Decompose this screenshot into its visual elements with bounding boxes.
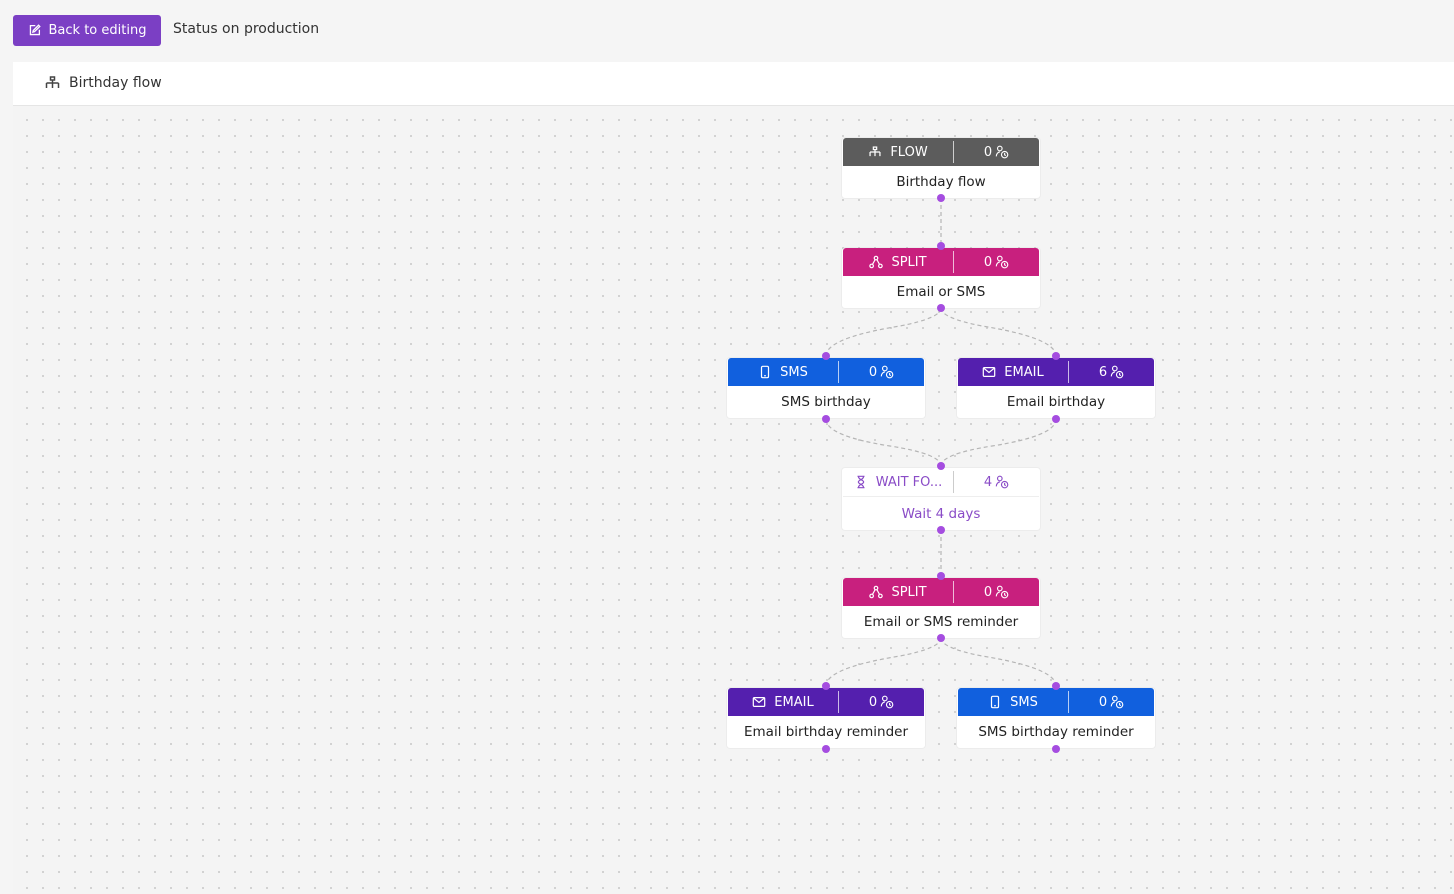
input-port[interactable] [1052, 352, 1060, 360]
user-clock-icon [995, 585, 1009, 599]
user-clock-icon [880, 695, 894, 709]
hourglass-icon [857, 475, 865, 489]
node-header: WAIT FO... 4 [843, 468, 1039, 497]
node-email[interactable]: EMAIL 6 Email birthday [957, 358, 1155, 418]
top-toolbar: Back to editing Status on production [0, 0, 1454, 60]
node-type: EMAIL [1004, 364, 1044, 380]
output-port[interactable] [822, 415, 830, 423]
phone-icon [991, 695, 1000, 709]
node-header: EMAIL 6 [958, 358, 1154, 386]
node-count: 0 [983, 144, 993, 160]
output-port[interactable] [1052, 745, 1060, 753]
flow-icon [45, 76, 60, 88]
node-email-reminder[interactable]: EMAIL 0 Email birthday reminder [727, 688, 925, 748]
output-port[interactable] [1052, 415, 1060, 423]
input-port[interactable] [937, 572, 945, 580]
node-count: 4 [983, 474, 993, 490]
node-split[interactable]: SPLIT 0 Email or SMS [842, 248, 1040, 308]
node-sms-reminder[interactable]: SMS 0 SMS birthday reminder [957, 688, 1155, 748]
node-label: Email or SMS reminder [863, 614, 1019, 630]
node-sms[interactable]: SMS 0 SMS birthday [727, 358, 925, 418]
node-count: 6 [1098, 364, 1108, 380]
split-icon [869, 255, 884, 269]
node-count: 0 [868, 364, 878, 380]
phone-icon [761, 365, 770, 379]
flow-canvas[interactable] [13, 106, 1454, 894]
node-type: SMS [780, 364, 808, 380]
node-type: SPLIT [891, 584, 927, 600]
node-label: Email birthday [1006, 394, 1106, 410]
input-port[interactable] [1052, 682, 1060, 690]
output-port[interactable] [937, 194, 945, 202]
output-port[interactable] [937, 634, 945, 642]
split-icon [869, 585, 884, 599]
node-count: 0 [1098, 694, 1108, 710]
node-label: SMS birthday reminder [978, 724, 1134, 740]
user-clock-icon [1110, 695, 1124, 709]
user-clock-icon [1110, 365, 1124, 379]
node-label: SMS birthday [781, 394, 871, 410]
node-type: SPLIT [891, 254, 927, 270]
node-wait[interactable]: WAIT FO... 4 Wait 4 days [842, 468, 1040, 530]
input-port[interactable] [937, 462, 945, 470]
edit-icon [29, 24, 41, 36]
flow-icon [869, 146, 881, 157]
node-label: Birthday flow [896, 174, 986, 190]
user-clock-icon [995, 145, 1009, 159]
page-title: Birthday flow [69, 75, 162, 91]
node-type: SMS [1010, 694, 1038, 710]
node-header: EMAIL 0 [728, 688, 924, 716]
output-port[interactable] [937, 304, 945, 312]
node-type: FLOW [890, 144, 928, 160]
node-header: SMS 0 [728, 358, 924, 386]
user-clock-icon [995, 255, 1009, 269]
node-flow[interactable]: FLOW 0 Birthday flow [842, 138, 1040, 198]
node-count: 0 [983, 254, 993, 270]
output-port[interactable] [822, 745, 830, 753]
user-clock-icon [995, 475, 1009, 489]
output-port[interactable] [937, 526, 945, 534]
input-port[interactable] [937, 242, 945, 250]
node-count: 0 [868, 694, 878, 710]
input-port[interactable] [822, 352, 830, 360]
node-header: FLOW 0 [843, 138, 1039, 166]
node-label: Email birthday reminder [743, 724, 909, 740]
node-header: SPLIT 0 [843, 578, 1039, 606]
node-type: EMAIL [774, 694, 814, 710]
input-port[interactable] [822, 682, 830, 690]
node-count: 0 [983, 584, 993, 600]
mail-icon [752, 697, 766, 707]
node-split-reminder[interactable]: SPLIT 0 Email or SMS reminder [842, 578, 1040, 638]
node-type: WAIT FO... [875, 474, 943, 490]
node-header: SMS 0 [958, 688, 1154, 716]
back-button-label: Back to editing [48, 23, 147, 38]
back-to-editing-button[interactable]: Back to editing [13, 15, 161, 46]
status-text: Status on production [173, 21, 320, 37]
node-header: SPLIT 0 [843, 248, 1039, 276]
node-label: Email or SMS [896, 284, 986, 300]
node-label: Wait 4 days [901, 506, 981, 522]
flow-title-bar: Birthday flow [13, 62, 1454, 106]
user-clock-icon [880, 365, 894, 379]
mail-icon [982, 367, 996, 377]
